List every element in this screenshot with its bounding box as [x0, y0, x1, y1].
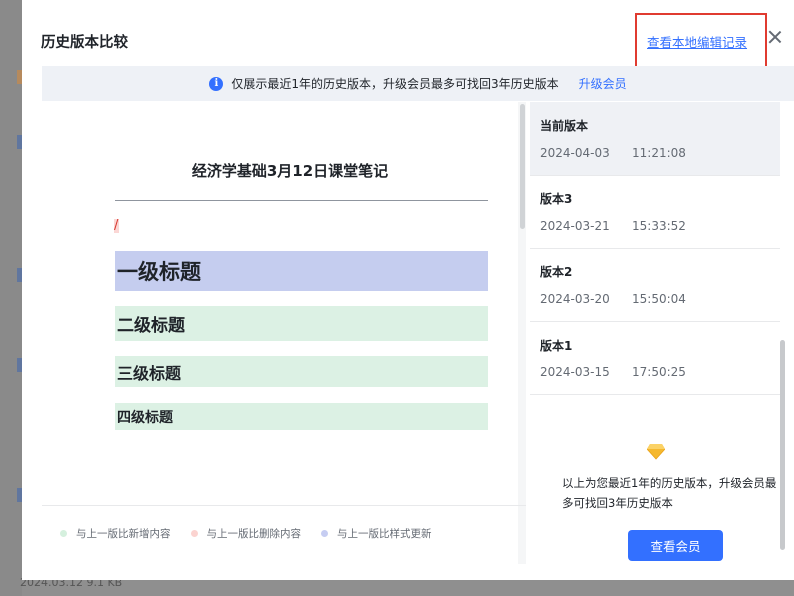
version-name: 版本1	[540, 339, 573, 353]
legend-label: 与上一版比样式更新	[337, 528, 432, 540]
heading-4: 四级标题	[115, 403, 488, 430]
document-title: 经济学基础3月12日课堂笔记	[191, 162, 389, 180]
close-icon[interactable]	[766, 28, 784, 46]
legend-deleted: 与上一版比删除内容	[190, 526, 302, 541]
version-item-2[interactable]: 版本2 2024-03-20 15:50:04	[530, 249, 780, 322]
upsell-text: 以上为您最近1年的历史版本，升级会员最多可找回3年历史版本	[562, 476, 777, 510]
heading-2: 二级标题	[115, 306, 488, 341]
diff-legend: 与上一版比新增内容 与上一版比删除内容 与上一版比样式更新	[60, 526, 452, 541]
version-item-3[interactable]: 版本3 2024-03-21 15:33:52	[530, 176, 780, 249]
document-preview: 经济学基础3月12日课堂笔记 / 一级标题 二级标题 三级标题 四级标题	[42, 102, 538, 504]
version-item-1[interactable]: 版本1 2024-03-15 17:50:25	[530, 322, 780, 395]
version-time: 15:33:52	[632, 219, 686, 233]
added-dot-icon	[60, 530, 67, 537]
version-name: 当前版本	[540, 119, 589, 133]
version-date: 2024-03-15	[540, 365, 610, 379]
legend-divider	[42, 505, 526, 506]
style-dot-icon	[321, 530, 328, 537]
version-date: 2024-03-20	[540, 292, 610, 306]
version-date: 2024-03-21	[540, 219, 610, 233]
legend-label: 与上一版比新增内容	[76, 528, 171, 540]
dialog-title: 历史版本比较	[41, 35, 128, 51]
legend-added: 与上一版比新增内容	[60, 526, 171, 541]
document-scrollbar-thumb[interactable]	[520, 104, 525, 229]
view-membership-button[interactable]: 查看会员	[628, 530, 723, 561]
version-time: 15:50:04	[632, 292, 686, 306]
deleted-dot-icon	[190, 530, 198, 537]
title-divider	[115, 200, 488, 201]
legend-label: 与上一版比删除内容	[206, 528, 302, 540]
version-time: 11:21:08	[632, 146, 686, 160]
notice-text: 仅展示最近1年的历史版本，升级会员最多可找回3年历史版本	[231, 77, 559, 91]
info-icon: i	[209, 76, 224, 91]
version-item-current[interactable]: 当前版本 2024-04-03 11:21:08	[530, 102, 780, 176]
version-name: 版本2	[540, 265, 573, 279]
diamond-icon	[647, 444, 665, 460]
annotation-highlight-box	[635, 13, 767, 68]
legend-style-updated: 与上一版比样式更新	[321, 526, 432, 541]
version-name: 版本3	[540, 192, 573, 206]
notice-banner: i 仅展示最近1年的历史版本，升级会员最多可找回3年历史版本 升级会员	[42, 66, 794, 101]
upgrade-member-link[interactable]: 升级会员	[579, 75, 627, 92]
history-compare-dialog: 历史版本比较 查看本地编辑记录 i 仅展示最近1年的历史版本，升级会员最多可找回…	[22, 0, 794, 580]
page-scrollbar-thumb[interactable]	[780, 340, 785, 550]
deleted-content-mark: /	[114, 218, 119, 233]
version-time: 17:50:25	[632, 365, 686, 379]
heading-3: 三级标题	[115, 356, 488, 387]
version-date: 2024-04-03	[540, 146, 610, 160]
background-sidebar	[0, 0, 22, 596]
heading-1: 一级标题	[115, 251, 488, 291]
